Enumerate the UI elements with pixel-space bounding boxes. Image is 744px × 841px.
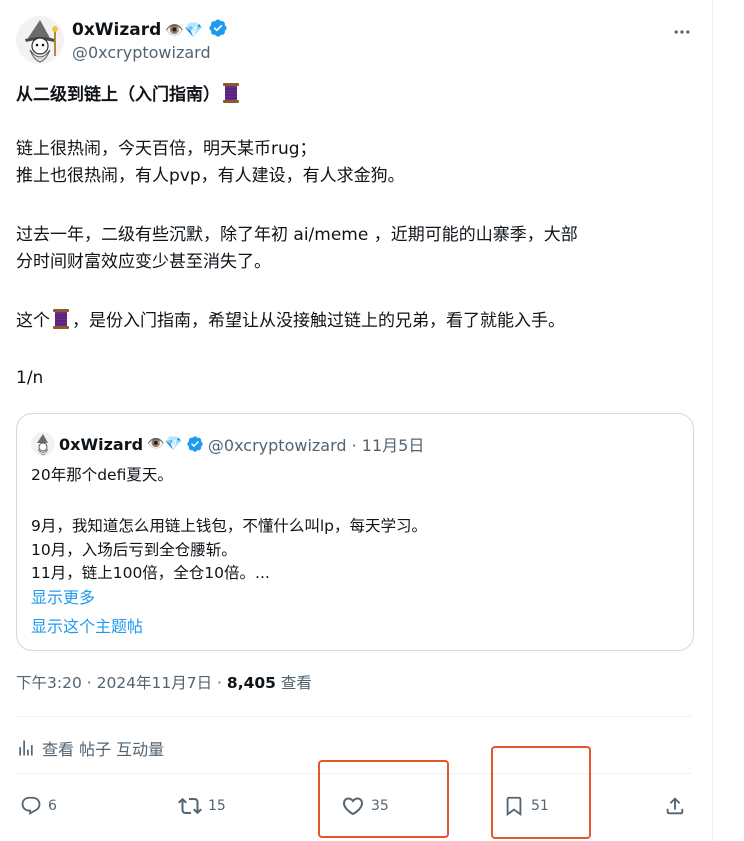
analytics-icon [19,740,33,756]
author-handle[interactable]: @0xcryptowizard [72,43,211,62]
share-button[interactable] [664,788,686,824]
share-icon [666,797,684,815]
tweet-body: 从二级到链上（入门指南） 链上很热闹，今天百倍，明天某币rug； 推上也很热闹，… [16,82,692,392]
divider [16,716,692,717]
avatar[interactable] [16,16,64,64]
show-thread-link[interactable]: 显示这个主题帖 [31,613,143,637]
tweet-text: 这个 [16,311,50,331]
tweet-line: 推上也很热闹，有人pvp，有人建设，有人求金狗。 [16,166,405,186]
tweet-line: 链上很热闹，今天百倍，明天某币rug； [16,139,317,159]
analytics-label: 查看 帖子 互动量 [42,740,165,759]
thread-spool-icon [222,82,240,104]
name-row: 0xWizard 👁️💎 [72,18,228,42]
quote-line: 9月，我知道怎么用链上钱包，不懂什么叫lp，每天学习。 [31,517,428,535]
tweet-line: 分时间财富效应变少甚至消失了。 [16,252,271,272]
quote-display-name: 0xWizard [59,434,144,454]
reply-icon [21,796,41,815]
thread-counter: 1/n [16,368,44,388]
display-name[interactable]: 0xWizard [72,20,161,40]
quoted-tweet[interactable]: 0xWizard 👁️💎 @0xcryptowizard · 11月5日 20年… [16,413,694,651]
tweet-line: 这个 ，是份入门指南，希望让从没接触过链上的兄弟，看了就能入手。 [16,308,692,335]
verified-badge-icon [208,18,228,42]
quote-name-emoji: 👁️💎 [147,436,182,452]
views-label: 查看 [275,674,312,692]
tweet-header: 0xWizard 👁️💎 @0xcryptowizard [16,14,706,66]
tweet-meta: 下午3:20 · 2024年11月7日 · 8,405 查看 [16,671,312,693]
view-engagements-button[interactable]: 查看 帖子 互动量 [16,736,164,760]
tweet-title: 从二级到链上（入门指南） [16,85,220,105]
column-border [712,0,713,841]
reply-button[interactable]: 6 [20,788,57,824]
view-count: 8,405 [226,674,276,692]
like-highlight-box [318,760,449,838]
verified-badge-icon [186,435,204,453]
tweet-title-line: 从二级到链上（入门指南） [16,82,692,109]
show-more-link[interactable]: 显示更多 [31,584,95,608]
thread-spool-icon [52,308,70,330]
bookmark-highlight-box [491,746,591,839]
tweet-line: 过去一年，二级有些沉默，除了年初 ai/meme ，近期可能的山寨季，大部 [16,225,578,245]
quote-handle-date: @0xcryptowizard · 11月5日 [207,436,425,455]
repost-button[interactable]: 15 [178,788,226,824]
quote-text: 20年那个defi夏天。 9月，我知道怎么用链上钱包，不懂什么叫lp，每天学习。… [31,464,681,586]
quote-line: 11月，链上100倍，全仓10倍。... [31,564,270,582]
tweet-timestamp[interactable]: 下午3:20 · 2024年11月7日 · [16,674,227,692]
more-options-button[interactable] [670,20,694,44]
quote-avatar [31,432,55,456]
more-icon [674,30,690,34]
repost-count: 15 [208,798,226,814]
name-emoji: 👁️💎 [165,21,203,39]
repost-icon [178,797,202,815]
quote-line: 20年那个defi夏天。 [31,466,173,484]
quote-line: 10月，入场后亏到全仓腰斩。 [31,540,237,559]
tweet-text: ，是份入门指南，希望让从没接触过链上的兄弟，看了就能入手。 [72,311,565,331]
reply-count: 6 [48,798,57,814]
quote-header: 0xWizard 👁️💎 @0xcryptowizard · 11月5日 [31,432,424,456]
